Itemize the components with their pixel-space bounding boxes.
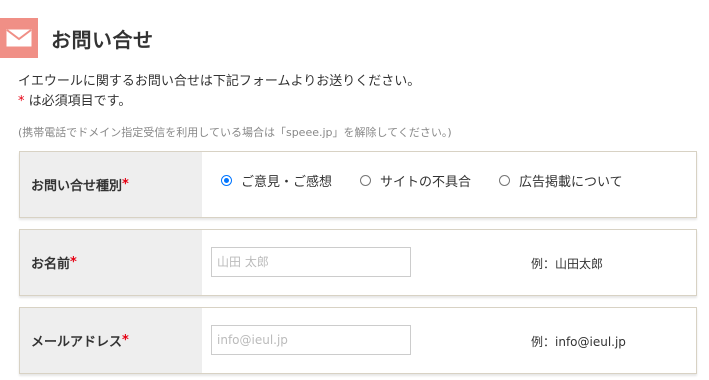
email-label: メールアドレス * bbox=[20, 308, 202, 373]
intro-line: イエウールに関するお問い合せは下記フォームよりお送りください。 bbox=[18, 74, 421, 89]
page-header: お問い合せ bbox=[0, 18, 154, 58]
mail-icon bbox=[0, 18, 38, 58]
inquiry-type-label-text: お問い合せ種別 bbox=[31, 179, 123, 194]
radio-option-label: ご意見・ご感想 bbox=[241, 175, 333, 190]
required-asterisk: * bbox=[70, 255, 77, 270]
inquiry-type-options: ご意見・ご感想 サイトの不具合 広告掲載について bbox=[202, 152, 696, 217]
mobile-domain-note: (携帯電話でドメイン指定受信を利用している場合は「speee.jp」を解除してく… bbox=[18, 126, 452, 139]
name-label-text: お名前 bbox=[31, 257, 71, 272]
form-row-email: メールアドレス* 例：info@ieul.jp bbox=[19, 307, 697, 374]
email-field-area: 例：info@ieul.jp bbox=[202, 308, 696, 373]
radio-button[interactable] bbox=[360, 175, 372, 186]
radio-option-feedback[interactable]: ご意見・ご感想 bbox=[221, 171, 332, 190]
required-asterisk: * bbox=[122, 177, 129, 192]
radio-button[interactable] bbox=[499, 175, 511, 186]
radio-option-site-bug[interactable]: サイトの不具合 bbox=[360, 171, 471, 190]
radio-option-label: 広告掲載について bbox=[519, 175, 623, 190]
required-note: * は必須項目です。 bbox=[18, 92, 420, 112]
page-title: お問い合せ bbox=[51, 27, 154, 52]
email-input[interactable] bbox=[211, 325, 411, 355]
required-asterisk: * bbox=[122, 333, 129, 348]
name-example: 例：山田太郎 bbox=[531, 257, 604, 271]
form-row-inquiry-type: お問い合せ種別 * ご意見・ご感想 サイトの不具合 広告掲載について bbox=[19, 151, 697, 218]
name-label: お名前 * bbox=[20, 230, 202, 295]
name-input[interactable] bbox=[211, 247, 411, 277]
email-example: 例：info@ieul.jp bbox=[531, 335, 626, 349]
form-row-name: お名前* 例：山田太郎 bbox=[19, 229, 697, 296]
inquiry-type-label: お問い合せ種別 * bbox=[20, 152, 202, 217]
radio-button-checked[interactable] bbox=[221, 175, 232, 186]
required-note-text: は必須項目です。 bbox=[24, 94, 132, 109]
name-field-area: 例：山田太郎 bbox=[202, 230, 696, 295]
radio-option-advertising[interactable]: 広告掲載について bbox=[499, 171, 623, 190]
intro-text: イエウールに関するお問い合せは下記フォームよりお送りください。 * は必須項目で… bbox=[18, 72, 420, 112]
email-label-text: メールアドレス bbox=[31, 335, 123, 350]
radio-option-label: サイトの不具合 bbox=[380, 175, 472, 190]
